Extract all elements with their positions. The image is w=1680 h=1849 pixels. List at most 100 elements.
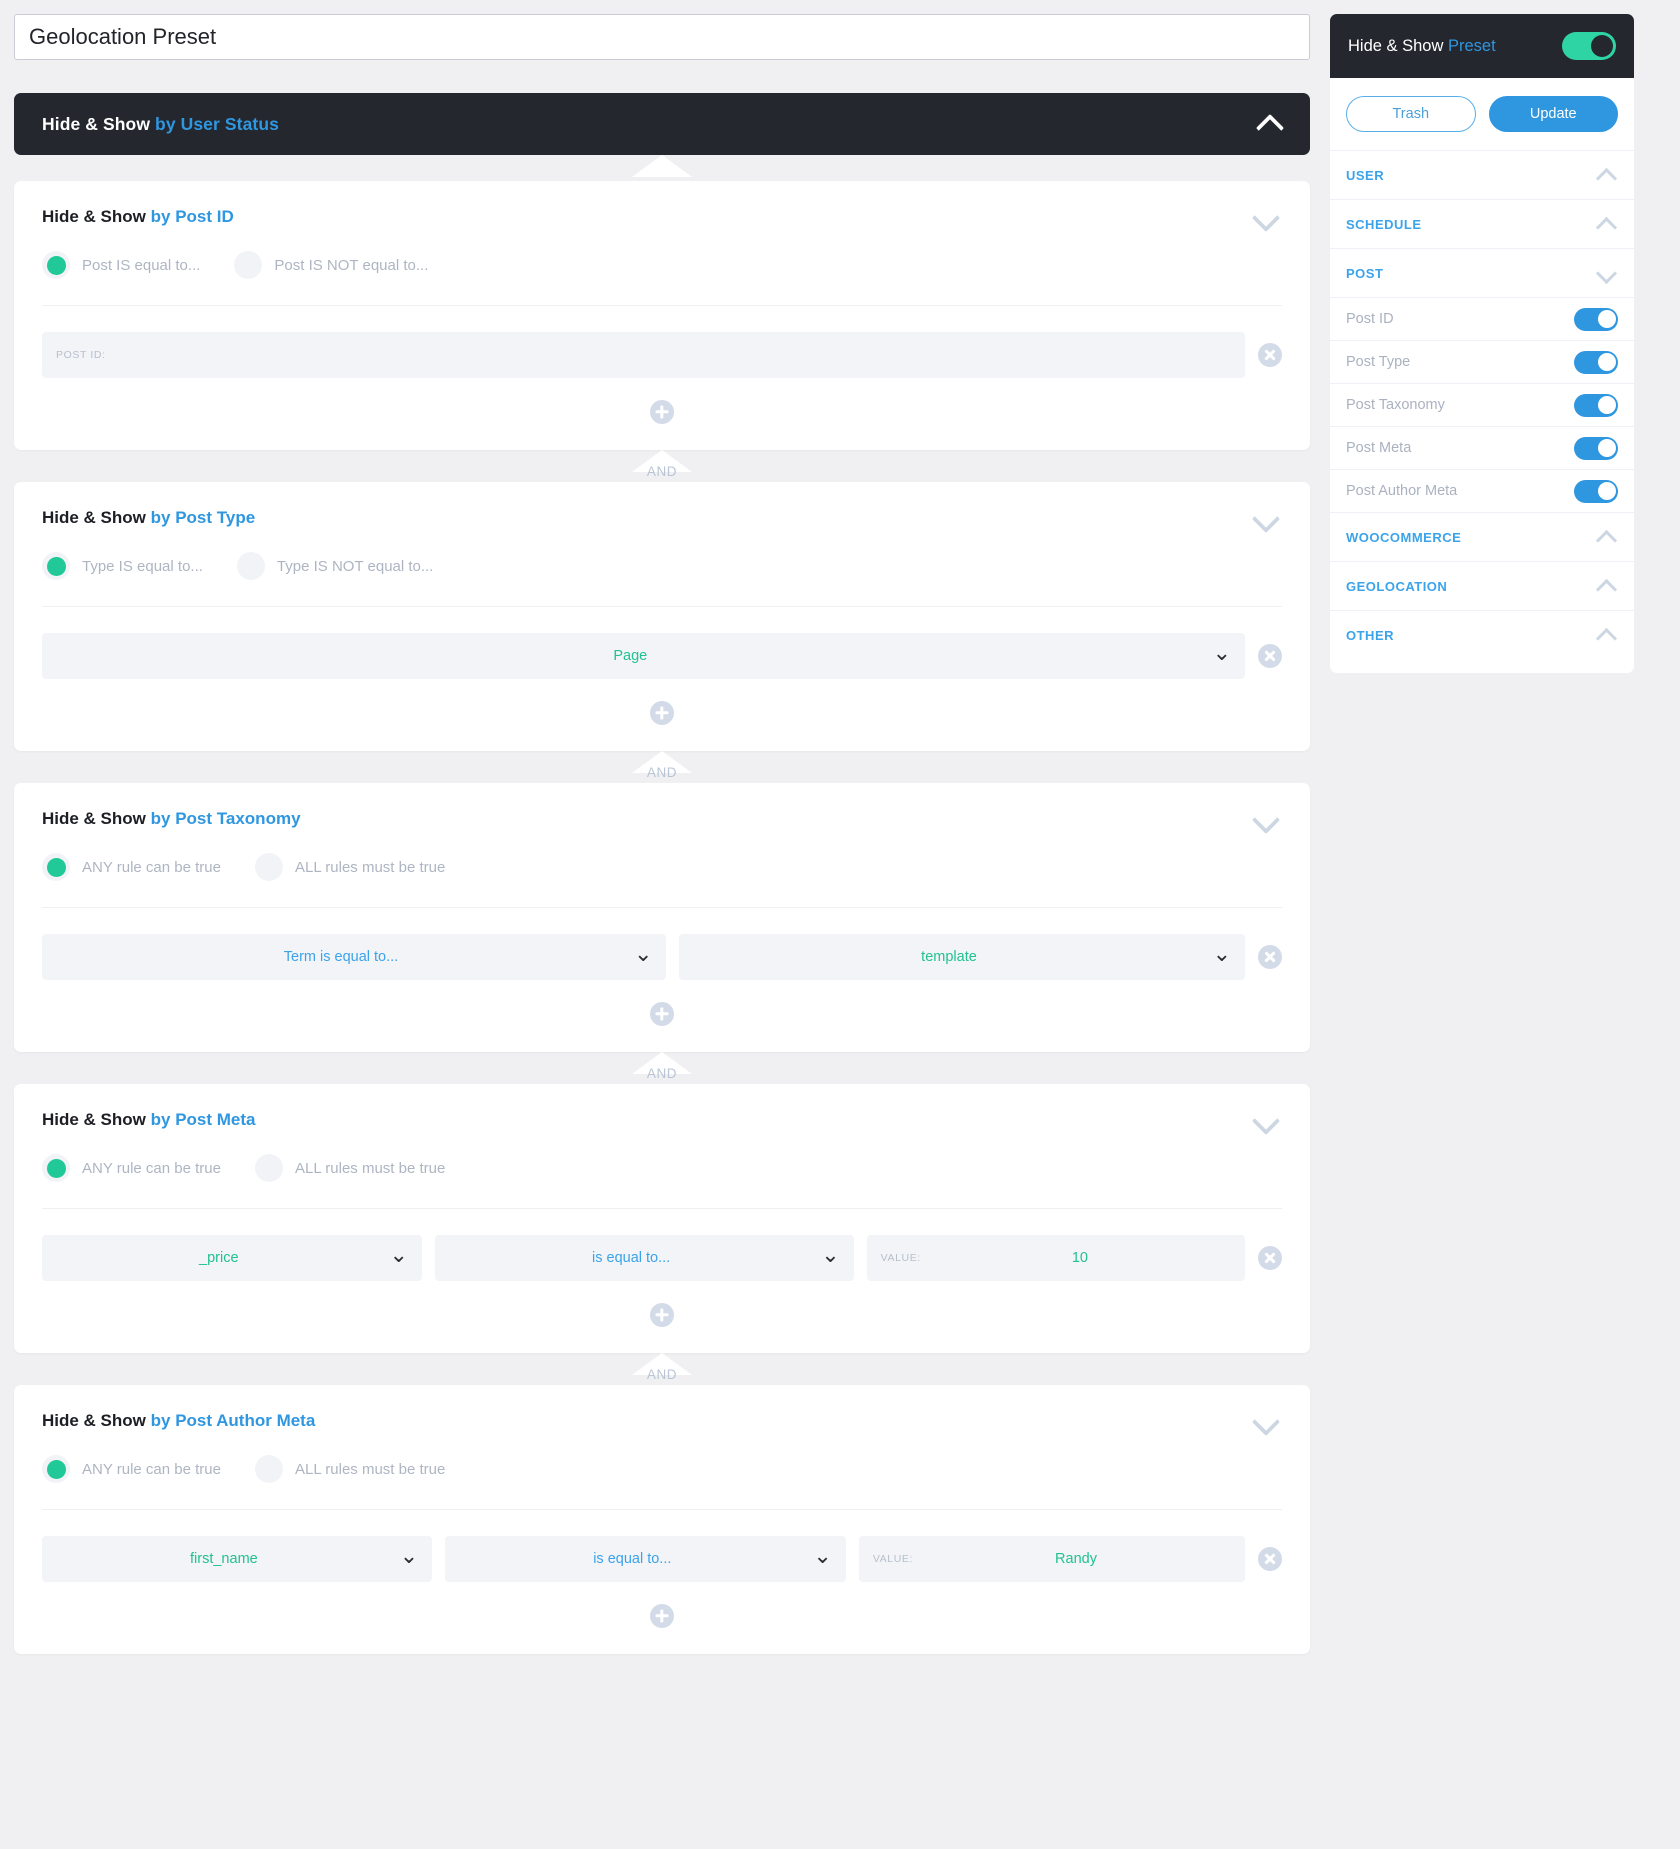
sidebar-item[interactable]: Post Meta xyxy=(1330,426,1634,469)
radio-unselected-icon[interactable] xyxy=(255,853,283,881)
trash-button[interactable]: Trash xyxy=(1346,96,1476,132)
sidebar-group-user[interactable]: USER xyxy=(1330,150,1634,199)
remove-rule-icon[interactable] xyxy=(1258,343,1282,367)
add-rule-icon[interactable] xyxy=(650,1604,674,1628)
update-button[interactable]: Update xyxy=(1489,96,1619,132)
rule-mode-option[interactable]: ANY rule can be true xyxy=(42,1154,221,1182)
radio-unselected-icon[interactable] xyxy=(255,1455,283,1483)
chevron-down-icon[interactable]: ⌄ xyxy=(1213,950,1231,959)
sidebar-item[interactable]: Post Type xyxy=(1330,340,1634,383)
add-rule-icon[interactable] xyxy=(650,400,674,424)
rule-mode-option[interactable]: Type IS equal to... xyxy=(42,552,203,580)
preset-enable-toggle[interactable] xyxy=(1562,32,1616,60)
sidebar-title: Hide & Show Preset xyxy=(1348,37,1496,56)
sidebar-item-toggle[interactable] xyxy=(1574,351,1618,374)
chevron-up-icon[interactable] xyxy=(1596,168,1618,182)
sidebar-group-schedule[interactable]: SCHEDULE xyxy=(1330,199,1634,248)
remove-rule-icon[interactable] xyxy=(1258,644,1282,668)
app-root: Hide & Show by User Status Hide & Show b… xyxy=(0,0,1680,1849)
preset-title-input[interactable] xyxy=(14,14,1310,60)
chevron-up-icon[interactable] xyxy=(1256,115,1286,133)
main-column: Hide & Show by User Status Hide & Show b… xyxy=(14,14,1310,1654)
sidebar-item-toggle[interactable] xyxy=(1574,480,1618,503)
rule-mode-option[interactable]: ALL rules must be true xyxy=(255,1154,445,1182)
chevron-down-icon[interactable]: ⌄ xyxy=(813,1552,831,1561)
chevron-up-icon[interactable] xyxy=(1596,628,1618,642)
rule-mode-option[interactable]: ALL rules must be true xyxy=(255,853,445,881)
radio-selected-icon[interactable] xyxy=(42,1154,70,1182)
sidebar-item-toggle[interactable] xyxy=(1574,308,1618,331)
rule-select[interactable]: template⌄ xyxy=(679,934,1245,980)
rule-select[interactable]: Term is equal to...⌄ xyxy=(42,934,666,980)
remove-rule-icon[interactable] xyxy=(1258,945,1282,969)
add-rule-icon[interactable] xyxy=(650,701,674,725)
rule-text-input[interactable]: POST ID: xyxy=(42,332,1245,378)
sidebar-item-toggle[interactable] xyxy=(1574,394,1618,417)
connector-and-label: AND xyxy=(647,464,677,479)
radio-selected-icon[interactable] xyxy=(42,853,70,881)
add-rule-icon[interactable] xyxy=(650,1002,674,1026)
rule-mode-option[interactable]: Post IS NOT equal to... xyxy=(234,251,428,279)
rule-mode-option[interactable]: Post IS equal to... xyxy=(42,251,200,279)
rule-card-header[interactable]: Hide & Show by Post Meta xyxy=(42,1110,1282,1152)
chevron-up-icon[interactable] xyxy=(1596,530,1618,544)
rule-text-input[interactable]: VALUE:Randy xyxy=(859,1536,1245,1582)
add-rule-row xyxy=(42,1281,1282,1353)
radio-unselected-icon[interactable] xyxy=(237,552,265,580)
rule-select[interactable]: _price⌄ xyxy=(42,1235,422,1281)
radio-unselected-icon[interactable] xyxy=(234,251,262,279)
chevron-down-icon[interactable] xyxy=(1252,509,1282,527)
chevron-down-icon[interactable]: ⌄ xyxy=(400,1552,418,1561)
chevron-down-icon[interactable] xyxy=(1252,208,1282,226)
rule-mode-option[interactable]: ANY rule can be true xyxy=(42,853,221,881)
rule-select[interactable]: is equal to...⌄ xyxy=(435,1235,854,1281)
rule-field-value: Page xyxy=(56,648,1205,664)
rule-field-value: first_name xyxy=(56,1551,392,1567)
add-rule-icon[interactable] xyxy=(650,1303,674,1327)
radio-selected-icon[interactable] xyxy=(42,251,70,279)
sidebar-group-woocommerce[interactable]: WOOCOMMERCE xyxy=(1330,512,1634,561)
sidebar-item[interactable]: Post ID xyxy=(1330,297,1634,340)
rule-card-header[interactable]: Hide & Show by Post Author Meta xyxy=(42,1411,1282,1453)
sidebar-group-other[interactable]: OTHER xyxy=(1330,610,1634,659)
sidebar-item[interactable]: Post Taxonomy xyxy=(1330,383,1634,426)
rule-card-title-prefix: Hide & Show xyxy=(42,1110,146,1129)
sidebar-group-geolocation[interactable]: GEOLOCATION xyxy=(1330,561,1634,610)
chevron-up-icon[interactable] xyxy=(1596,217,1618,231)
rule-row: Page ⌄ xyxy=(42,607,1282,679)
remove-rule-icon[interactable] xyxy=(1258,1246,1282,1270)
sidebar-group-post[interactable]: POST xyxy=(1330,248,1634,297)
add-rule-row xyxy=(42,980,1282,1052)
master-rule-bar[interactable]: Hide & Show by User Status xyxy=(14,93,1310,155)
chevron-down-icon[interactable] xyxy=(1252,810,1282,828)
radio-selected-icon[interactable] xyxy=(42,1455,70,1483)
rule-select[interactable]: Page ⌄ xyxy=(42,633,1245,679)
chevron-down-icon[interactable]: ⌄ xyxy=(821,1251,839,1260)
rule-select[interactable]: is equal to... ⌄ xyxy=(445,1536,846,1582)
chevron-down-icon[interactable]: ⌄ xyxy=(634,950,652,959)
radio-inner-dot xyxy=(47,1460,66,1479)
rule-mode-option[interactable]: ALL rules must be true xyxy=(255,1455,445,1483)
rule-field-value: is equal to... xyxy=(459,1551,805,1567)
chevron-down-icon[interactable] xyxy=(1596,266,1618,280)
toggle-knob xyxy=(1598,482,1616,500)
radio-selected-icon[interactable] xyxy=(42,552,70,580)
radio-unselected-icon[interactable] xyxy=(255,1154,283,1182)
chevron-down-icon[interactable] xyxy=(1252,1111,1282,1129)
rule-select[interactable]: first_name ⌄ xyxy=(42,1536,432,1582)
connector-and-label: AND xyxy=(647,765,677,780)
chevron-down-icon[interactable]: ⌄ xyxy=(1213,649,1231,658)
radio-inner-dot xyxy=(47,256,66,275)
chevron-down-icon[interactable]: ⌄ xyxy=(390,1251,408,1260)
rule-mode-option[interactable]: Type IS NOT equal to... xyxy=(237,552,433,580)
rule-card-header[interactable]: Hide & Show by Post Taxonomy xyxy=(42,809,1282,851)
sidebar-item-toggle[interactable] xyxy=(1574,437,1618,460)
remove-rule-icon[interactable] xyxy=(1258,1547,1282,1571)
rule-card-header[interactable]: Hide & Show by Post Type xyxy=(42,508,1282,550)
rule-mode-option[interactable]: ANY rule can be true xyxy=(42,1455,221,1483)
chevron-up-icon[interactable] xyxy=(1596,579,1618,593)
chevron-down-icon[interactable] xyxy=(1252,1412,1282,1430)
rule-text-input[interactable]: VALUE:10 xyxy=(867,1235,1245,1281)
rule-card-header[interactable]: Hide & Show by Post ID xyxy=(42,207,1282,249)
sidebar-item[interactable]: Post Author Meta xyxy=(1330,469,1634,512)
